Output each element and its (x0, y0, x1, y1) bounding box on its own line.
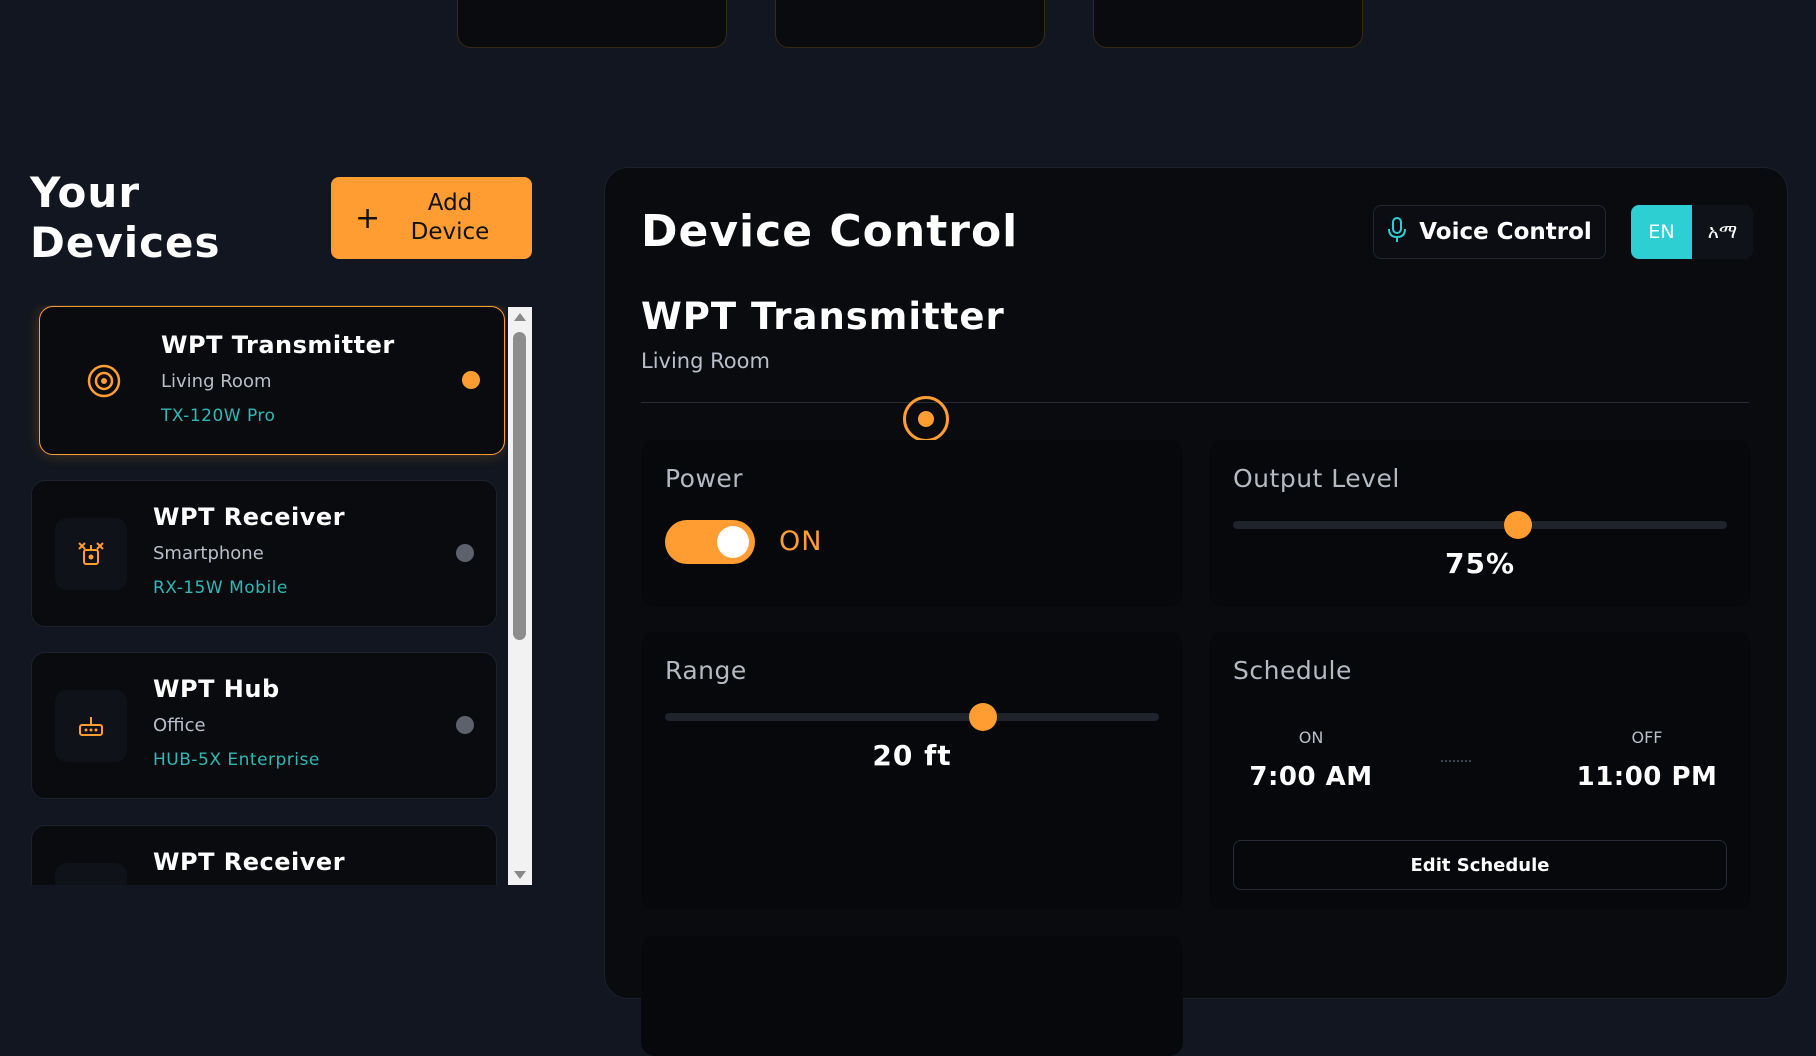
range-slider[interactable] (665, 713, 1159, 721)
device-model: RX-15W Mobile (153, 578, 288, 598)
scroll-up-arrow-icon[interactable] (514, 313, 526, 321)
device-model: TX-120W Pro (161, 406, 276, 426)
edit-schedule-button[interactable]: Edit Schedule (1233, 840, 1727, 890)
lang-option-en[interactable]: EN (1631, 205, 1692, 259)
divider (641, 402, 1749, 403)
lang-option-am[interactable]: አማ (1692, 205, 1753, 259)
voice-control-button[interactable]: Voice Control (1373, 205, 1606, 259)
output-level-title: Output Level (1233, 464, 1400, 493)
device-card-wpt-receiver[interactable]: WPT Receiver Smartphone RX-15W Mobile (31, 480, 497, 627)
device-card-wpt-transmitter[interactable]: WPT Transmitter Living Room TX-120W Pro (39, 306, 505, 455)
target-icon (68, 345, 140, 417)
power-tile: Power ON (641, 440, 1183, 607)
scroll-down-arrow-icon[interactable] (514, 871, 526, 879)
top-card-3[interactable] (1093, 0, 1363, 48)
control-title: Device Control (641, 206, 1019, 257)
status-indicator-icon (903, 396, 949, 442)
scrollbar-thumb[interactable] (513, 332, 526, 640)
receiver-antenna-icon (55, 518, 127, 590)
range-value: 20 ft (872, 739, 952, 772)
device-list[interactable]: WPT Transmitter Living Room TX-120W Pro … (28, 305, 506, 885)
output-level-slider[interactable] (1233, 521, 1727, 529)
router-hub-icon (55, 690, 127, 762)
schedule-off-time: 11:00 PM (1576, 762, 1718, 792)
add-device-button[interactable]: + Add Device (331, 177, 532, 259)
device-control-panel: Device Control Voice Control EN አማ WPT T… (604, 167, 1788, 1056)
top-card-2[interactable] (775, 0, 1045, 48)
device-model: HUB-5X Enterprise (153, 750, 320, 770)
language-toggle[interactable]: EN አማ (1631, 205, 1753, 259)
power-toggle[interactable] (665, 520, 755, 564)
output-level-tile: Output Level 75% (1209, 440, 1751, 607)
plus-icon: + (355, 200, 381, 236)
selected-device-name: WPT Transmitter (641, 295, 1005, 338)
device-location: Living Room (161, 371, 272, 392)
schedule-off-label: OFF (1631, 728, 1663, 747)
status-dot (462, 371, 480, 389)
device-location: Office (153, 715, 206, 736)
device-name: WPT Hub (153, 675, 280, 703)
range-title: Range (665, 656, 747, 685)
device-list-scrollbar[interactable] (508, 307, 532, 885)
power-title: Power (665, 464, 744, 493)
device-name: WPT Transmitter (161, 331, 395, 359)
extra-tile (641, 936, 1183, 1056)
schedule-on-label: ON (1298, 728, 1324, 747)
device-name: WPT Receiver (153, 848, 346, 876)
voice-control-label: Voice Control (1419, 219, 1592, 245)
microphone-icon (1387, 216, 1407, 248)
selected-device-location: Living Room (641, 349, 770, 373)
receiver-antenna-icon (55, 863, 127, 885)
output-level-slider-knob[interactable] (1504, 511, 1532, 539)
schedule-tile: Schedule ON 7:00 AM OFF 11:00 PM Edit Sc… (1209, 632, 1751, 910)
range-tile: Range 20 ft (641, 632, 1183, 910)
device-name: WPT Receiver (153, 503, 346, 531)
status-dot (456, 544, 474, 562)
schedule-on-time: 7:00 AM (1249, 762, 1373, 792)
device-card-wpt-hub[interactable]: WPT Hub Office HUB-5X Enterprise (31, 652, 497, 799)
add-device-label: Add Device (410, 190, 490, 245)
device-card-wpt-receiver-2[interactable]: WPT Receiver (31, 825, 497, 885)
schedule-title: Schedule (1233, 656, 1352, 685)
devices-title: Your Devices (30, 168, 221, 267)
top-card-1[interactable] (457, 0, 727, 48)
device-location: Smartphone (153, 543, 264, 564)
schedule-connector (1441, 760, 1471, 762)
power-state-label: ON (779, 526, 823, 557)
status-dot (456, 716, 474, 734)
output-level-value: 75% (1444, 547, 1516, 580)
range-slider-knob[interactable] (969, 703, 997, 731)
